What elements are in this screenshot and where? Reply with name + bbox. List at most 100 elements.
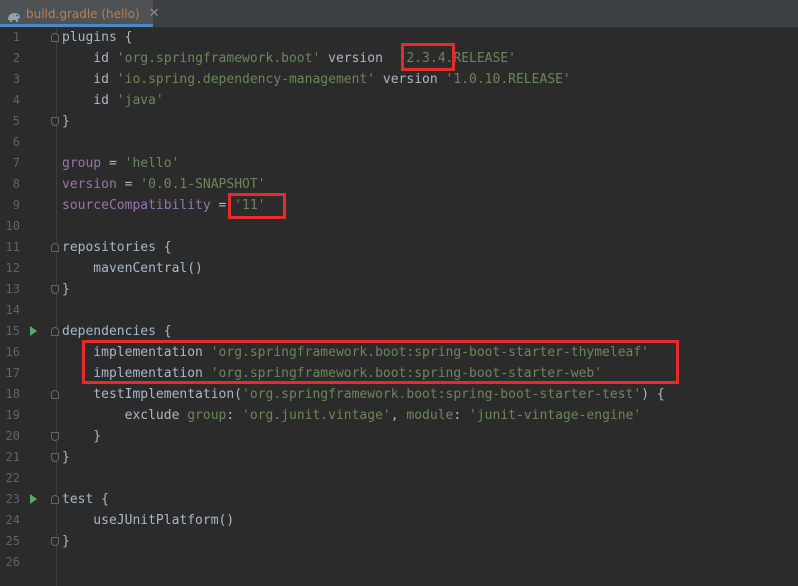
line-number: 18: [5, 387, 20, 401]
tab-title: build.gradle (hello): [26, 6, 140, 21]
fold-marker-icon[interactable]: [51, 495, 59, 504]
code-line-5[interactable]: 5}: [0, 111, 798, 132]
line-number: 24: [5, 513, 20, 527]
code-line-25[interactable]: 25}: [0, 531, 798, 552]
line-number: 17: [5, 366, 20, 380]
line-number: 12: [5, 261, 20, 275]
code-token: module: [406, 408, 454, 423]
close-tab-icon[interactable]: ✕: [149, 6, 160, 21]
line-number: 6: [12, 135, 20, 149]
code-text: plugins {: [62, 27, 132, 48]
code-token: version: [320, 51, 399, 66]
run-gutter-icon[interactable]: [30, 494, 37, 504]
code-token: }: [62, 114, 70, 129]
code-token: }: [62, 429, 102, 444]
fold-marker-icon[interactable]: [51, 285, 59, 294]
code-text: version = '0.0.1-SNAPSHOT': [62, 174, 266, 195]
code-line-1[interactable]: 1 plugins {: [0, 27, 798, 48]
code-line-10[interactable]: 10: [0, 216, 798, 237]
code-text: dependencies {: [62, 321, 172, 342]
code-line-15[interactable]: 15 dependencies {: [0, 321, 798, 342]
code-token: 'junit-vintage-engine': [469, 408, 642, 423]
code-token: version: [62, 177, 117, 192]
code-token: 'org.springframework.boot:spring-boot-st…: [242, 387, 642, 402]
code-line-9[interactable]: 9 sourceCompatibility = '11': [0, 195, 798, 216]
code-token: :: [226, 408, 243, 423]
code-text: }: [62, 279, 70, 300]
fold-marker-icon[interactable]: [51, 537, 59, 546]
code-editor[interactable]: 1 plugins {2 id 'org.springframework.boot…: [0, 27, 798, 573]
code-token: 'io.spring.dependency-management': [116, 72, 376, 87]
code-text: repositories {: [62, 237, 172, 258]
fold-marker-icon[interactable]: [51, 453, 59, 462]
editor-tab-bar: build.gradle (hello) ✕: [0, 0, 798, 28]
code-token: dependencies {: [62, 324, 172, 339]
code-line-20[interactable]: 20 }: [0, 426, 798, 447]
line-number: 8: [12, 177, 20, 191]
code-token: :: [453, 408, 470, 423]
code-line-22[interactable]: 22: [0, 468, 798, 489]
gradle-elephant-icon: [6, 8, 22, 22]
fold-marker-icon[interactable]: [51, 33, 59, 42]
code-token: 'java': [116, 93, 164, 108]
code-token: group: [62, 156, 102, 171]
line-number: 4: [12, 93, 20, 107]
code-text: group = 'hello': [62, 153, 179, 174]
code-line-13[interactable]: 13}: [0, 279, 798, 300]
code-token: =: [116, 177, 141, 192]
code-line-24[interactable]: 24 useJUnitPlatform(): [0, 510, 798, 531]
code-line-2[interactable]: 2 id 'org.springframework.boot' version …: [0, 48, 798, 69]
code-line-23[interactable]: 23 test {: [0, 489, 798, 510]
fold-marker-icon[interactable]: [51, 327, 59, 336]
code-text: testImplementation('org.springframework.…: [62, 384, 665, 405]
fold-marker-icon[interactable]: [51, 432, 59, 441]
code-text: }: [62, 531, 70, 552]
fold-marker-icon[interactable]: [51, 117, 59, 126]
code-text: mavenCentral(): [62, 258, 203, 279]
code-line-21[interactable]: 21}: [0, 447, 798, 468]
line-number: 3: [12, 72, 20, 86]
code-line-7[interactable]: 7 group = 'hello': [0, 153, 798, 174]
code-token: ,: [390, 408, 407, 423]
highlight-source-compatibility: [228, 193, 286, 219]
line-number: 26: [5, 555, 20, 569]
code-token: testImplementation(: [62, 387, 243, 402]
code-token: '1.0.10.RELEASE': [445, 72, 571, 87]
code-text: }: [62, 447, 70, 468]
code-token: 'org.junit.vintage': [242, 408, 391, 423]
line-number: 14: [5, 303, 20, 317]
code-token: useJUnitPlatform(): [62, 513, 235, 528]
fold-marker-icon[interactable]: [51, 390, 59, 399]
code-token: id: [62, 93, 117, 108]
line-number: 1: [12, 30, 20, 44]
run-gutter-icon[interactable]: [30, 326, 37, 336]
line-number: 7: [12, 156, 20, 170]
code-line-18[interactable]: 18 testImplementation('org.springframewo…: [0, 384, 798, 405]
highlight-web-dependencies: [82, 340, 679, 384]
code-token: ) {: [641, 387, 665, 402]
code-token: 'org.springframework.boot': [116, 51, 321, 66]
code-token: mavenCentral(): [62, 261, 203, 276]
code-line-26[interactable]: 26: [0, 552, 798, 573]
code-token: id: [62, 72, 117, 87]
code-line-8[interactable]: 8 version = '0.0.1-SNAPSHOT': [0, 174, 798, 195]
fold-marker-icon[interactable]: [51, 243, 59, 252]
code-line-12[interactable]: 12 mavenCentral(): [0, 258, 798, 279]
code-text: useJUnitPlatform(): [62, 510, 234, 531]
code-line-19[interactable]: 19 exclude group: 'org.junit.vintage', m…: [0, 405, 798, 426]
code-line-4[interactable]: 4 id 'java': [0, 90, 798, 111]
code-token: =: [101, 156, 125, 171]
code-token: repositories {: [62, 240, 172, 255]
code-token: 'hello': [124, 156, 180, 171]
code-line-3[interactable]: 3 id 'io.spring.dependency-management' v…: [0, 69, 798, 90]
line-number: 13: [5, 282, 20, 296]
code-token: version: [375, 72, 446, 87]
code-token: }: [62, 282, 70, 297]
code-text: id 'java': [62, 90, 164, 111]
code-line-11[interactable]: 11 repositories {: [0, 237, 798, 258]
code-line-14[interactable]: 14: [0, 300, 798, 321]
tab-build-gradle[interactable]: build.gradle (hello) ✕: [0, 0, 160, 27]
code-line-6[interactable]: 6: [0, 132, 798, 153]
code-token: }: [62, 450, 70, 465]
line-number: 11: [5, 240, 20, 254]
